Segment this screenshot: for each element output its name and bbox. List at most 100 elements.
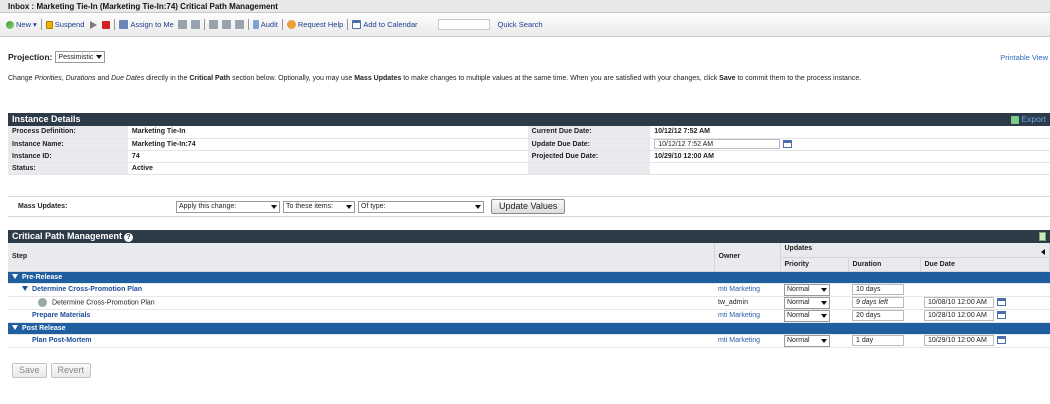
priority-button[interactable] (234, 20, 244, 29)
instance-details-title: Instance Details (12, 114, 81, 124)
unassign-button[interactable] (190, 20, 200, 29)
instr-text: directly in the (144, 75, 190, 82)
update-values-button[interactable]: Update Values (491, 199, 566, 214)
current-due-value: 10/12/12 7:52 AM (650, 126, 1050, 139)
projection-value: Pessimistic (58, 53, 94, 61)
group-name: Post Release (22, 324, 66, 332)
calendar-icon[interactable] (997, 298, 1006, 307)
item-type-value: Of type: (361, 203, 386, 210)
printable-view-link[interactable]: Printable View (1000, 53, 1048, 62)
details-row: Status: Active (8, 162, 1050, 175)
status-value: Active (127, 162, 528, 175)
reassign-button[interactable] (177, 20, 187, 29)
instr-text: Priorities, Durations (34, 75, 96, 82)
col-owner[interactable]: Owner (714, 243, 781, 272)
group-row[interactable]: Pre-Release (8, 271, 1050, 284)
stop-button[interactable] (102, 20, 111, 29)
export-label: Export (1021, 114, 1046, 124)
col-duration[interactable]: Duration (848, 257, 921, 272)
table-row: Determine Cross-Promotion Plan tw_admin … (8, 296, 1050, 310)
projection-label: Projection: (8, 52, 53, 62)
save-button[interactable]: Save (12, 363, 47, 378)
group-row[interactable]: Post Release (8, 322, 1050, 335)
duration-input[interactable]: 1 day (852, 335, 904, 346)
priority-select[interactable]: Normal (784, 283, 830, 296)
add-calendar-label: Add to Calendar (363, 20, 418, 29)
priority-select[interactable]: Normal (784, 296, 830, 309)
priority-cell: Normal (780, 283, 848, 297)
mass-updates-label: Mass Updates: (18, 203, 68, 210)
instance-details-table: Process Definition: Marketing Tie-In Cur… (8, 126, 1050, 175)
properties-button[interactable] (221, 20, 231, 29)
help-icon[interactable]: ? (124, 233, 134, 242)
dropdown-arrow-icon (475, 204, 481, 209)
update-due-cell: 10/12/12 7:52 AM (650, 138, 1050, 151)
priority-cell: Normal (780, 296, 848, 310)
cpm-header-row: Step Owner Updates (8, 243, 1050, 272)
audit-icon (252, 20, 259, 29)
audit-label: Audit (260, 20, 278, 29)
toolbar-divider (40, 19, 42, 30)
table-row: Determine Cross-Promotion Plan mti Marke… (8, 283, 1050, 297)
due-date-input[interactable]: 10/28/10 12:00 AM (924, 310, 994, 321)
calendar-icon[interactable] (783, 140, 793, 148)
revert-button[interactable]: Revert (50, 363, 92, 378)
resume-button[interactable] (90, 20, 98, 29)
duration-input[interactable]: 9 days left (852, 297, 904, 308)
target-items-value: To these items: (286, 203, 334, 210)
details-row: Instance ID: 74 Projected Due Date: 10/2… (8, 150, 1050, 163)
col-due-date[interactable]: Due Date (920, 257, 1050, 272)
suspend-button[interactable]: Suspend (45, 20, 84, 29)
quick-search-input[interactable] (437, 19, 490, 30)
priority-cell: Normal (780, 334, 848, 348)
apply-change-select[interactable]: Apply this change: (176, 200, 280, 213)
assign-to-me-button[interactable]: Assign to Me (119, 20, 174, 29)
col-priority[interactable]: Priority (780, 257, 849, 272)
step-cell[interactable]: Plan Post-Mortem (8, 334, 714, 348)
duration-input[interactable]: 10 days (852, 284, 904, 295)
duration-input[interactable]: 20 days (852, 310, 904, 321)
new-label: New (16, 20, 32, 29)
unassign-icon (190, 20, 200, 29)
calendar-icon[interactable] (997, 311, 1006, 320)
request-help-button[interactable]: Request Help (286, 20, 344, 29)
owner-cell: tw_admin (714, 296, 780, 310)
step-name: Determine Cross-Promotion Plan (52, 299, 155, 307)
audit-button[interactable]: Audit (252, 20, 278, 29)
quick-search-link[interactable]: Quick Search (498, 20, 543, 29)
export-button[interactable]: Export (1011, 113, 1046, 126)
due-date-input[interactable]: 10/08/10 12:00 AM (924, 297, 994, 308)
table-row: Prepare Materials mti Marketing Normal 2… (8, 309, 1050, 323)
toolbar-divider (347, 19, 349, 30)
priority-value: Normal (787, 312, 810, 319)
dropdown-arrow-icon (346, 204, 352, 209)
collapse-arrow-icon[interactable] (1041, 248, 1045, 255)
assign-icon (119, 20, 129, 29)
request-help-label: Request Help (297, 20, 344, 29)
projection-select[interactable]: Pessimistic (55, 51, 106, 63)
owner-cell: mti Marketing (714, 309, 780, 323)
col-updates-label: Updates (784, 244, 813, 252)
add-to-calendar-button[interactable]: Add to Calendar (352, 20, 418, 29)
target-items-select[interactable]: To these items: (283, 200, 355, 213)
due-date-input[interactable]: 10/29/10 12:00 AM (924, 335, 994, 346)
priority-cell: Normal (780, 309, 848, 323)
move-button[interactable] (208, 20, 218, 29)
col-step[interactable]: Step (8, 243, 715, 272)
instance-id-label: Instance ID: (8, 150, 128, 163)
details-row: Process Definition: Marketing Tie-In Cur… (8, 126, 1050, 139)
step-cell[interactable]: Prepare Materials (8, 309, 714, 323)
new-menu[interactable]: New ▾ (6, 20, 37, 29)
step-cell[interactable]: Determine Cross-Promotion Plan (8, 296, 714, 310)
update-due-input[interactable]: 10/12/12 7:52 AM (654, 139, 781, 149)
priority-select[interactable]: Normal (784, 334, 830, 347)
item-type-select[interactable]: Of type: (358, 200, 484, 213)
status-label: Status: (8, 162, 128, 175)
priority-select[interactable]: Normal (784, 309, 830, 322)
table-row: Plan Post-Mortem mti Marketing Normal 1 … (8, 334, 1050, 348)
step-cell[interactable]: Determine Cross-Promotion Plan (8, 283, 714, 297)
document-icon[interactable] (1039, 232, 1046, 241)
calendar-icon[interactable] (997, 336, 1006, 345)
projected-due-value: 10/29/10 12:00 AM (650, 150, 1050, 163)
step-name: Prepare Materials (32, 312, 91, 319)
